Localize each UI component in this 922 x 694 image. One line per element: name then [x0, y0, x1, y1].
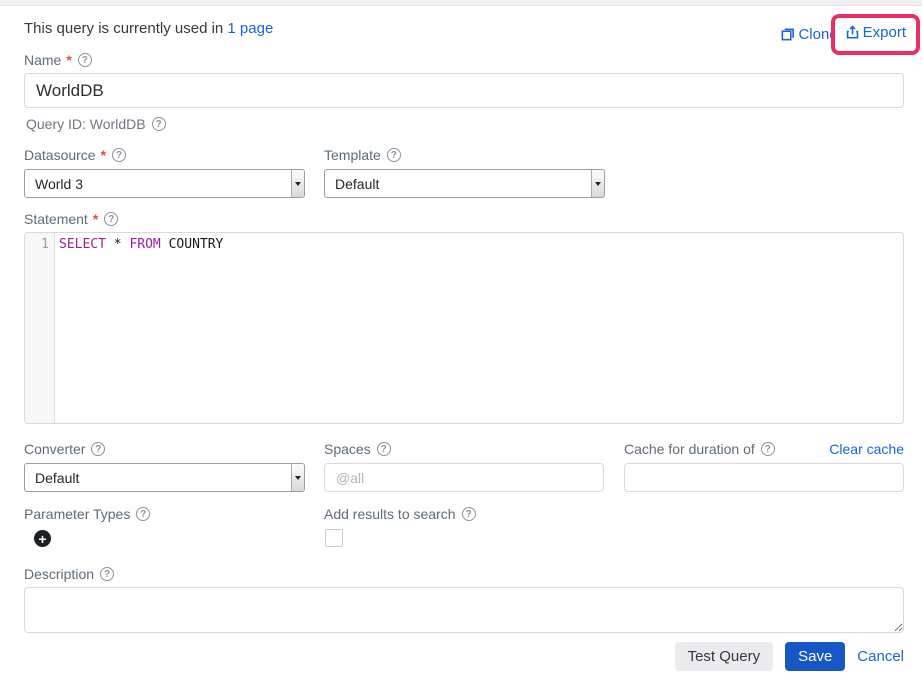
name-input[interactable]	[24, 73, 904, 108]
add-results-help-icon[interactable]: ?	[462, 507, 476, 521]
spaces-label: Spaces?	[324, 441, 391, 457]
description-label: Description?	[24, 566, 114, 582]
converter-label: Converter?	[24, 441, 105, 457]
statement-label: Statement*?	[24, 211, 118, 227]
cache-field-wrap	[624, 463, 904, 492]
chevron-down-icon	[591, 170, 604, 197]
code-line: SELECT * FROM COUNTRY	[59, 237, 903, 252]
add-results-checkbox[interactable]	[325, 529, 343, 547]
usage-note: This query is currently used in 1 page	[24, 20, 273, 37]
converter-help-icon[interactable]: ?	[91, 442, 105, 456]
add-parameter-button[interactable]: +	[34, 530, 51, 547]
datasource-help-icon[interactable]: ?	[112, 148, 126, 162]
parameter-types-label: Parameter Types?	[24, 506, 150, 522]
datasource-select[interactable]: World 3	[24, 169, 305, 198]
name-field-wrap	[24, 73, 904, 108]
test-query-button[interactable]: Test Query	[675, 642, 774, 671]
parameter-types-help-icon[interactable]: ?	[136, 507, 150, 521]
converter-select[interactable]: Default	[24, 463, 305, 492]
spaces-help-icon[interactable]: ?	[377, 442, 391, 456]
toolbar: Clone Export	[780, 14, 920, 55]
editor-code-area[interactable]: SELECT * FROM COUNTRY	[55, 233, 903, 423]
clone-icon	[780, 27, 795, 42]
name-help-icon[interactable]: ?	[78, 53, 92, 67]
statement-help-icon[interactable]: ?	[104, 212, 118, 226]
chevron-down-icon	[291, 464, 304, 491]
action-buttons: Test Query Save Cancel	[675, 642, 904, 671]
chevron-down-icon	[291, 170, 304, 197]
required-marker: *	[101, 147, 106, 163]
usage-text: This query is currently used in	[24, 20, 227, 37]
line-number: 1	[41, 237, 49, 252]
sql-keyword: SELECT	[59, 237, 106, 252]
export-highlight-annotation: Export	[831, 14, 920, 55]
export-label: Export	[863, 24, 906, 41]
top-strip	[0, 0, 922, 6]
sql-star: *	[114, 237, 122, 252]
save-button[interactable]: Save	[785, 642, 845, 671]
datasource-label: Datasource*?	[24, 147, 126, 163]
required-marker: *	[93, 211, 98, 227]
description-textarea[interactable]	[24, 587, 904, 633]
sql-identifier: COUNTRY	[169, 237, 224, 252]
template-help-icon[interactable]: ?	[387, 148, 401, 162]
cache-label: Cache for duration of?	[624, 441, 775, 457]
sql-keyword: FROM	[129, 237, 160, 252]
cache-duration-input[interactable]	[624, 463, 904, 492]
editor-gutter: 1	[25, 233, 55, 423]
cache-help-icon[interactable]: ?	[761, 442, 775, 456]
description-field-wrap	[24, 587, 904, 633]
usage-pages-link[interactable]: 1 page	[227, 20, 273, 37]
template-select[interactable]: Default	[324, 169, 605, 198]
template-label: Template?	[324, 147, 401, 163]
query-id-help-icon[interactable]: ?	[152, 117, 166, 131]
spaces-input[interactable]	[324, 463, 604, 492]
cancel-link[interactable]: Cancel	[857, 648, 904, 665]
description-help-icon[interactable]: ?	[100, 567, 114, 581]
sql-editor[interactable]: 1 SELECT * FROM COUNTRY	[24, 232, 904, 424]
export-icon	[845, 25, 860, 40]
query-id: Query ID: WorldDB?	[26, 116, 166, 132]
plus-icon: +	[38, 532, 46, 546]
spaces-field-wrap	[324, 463, 604, 492]
clone-button[interactable]: Clone	[780, 26, 837, 43]
required-marker: *	[66, 52, 71, 68]
name-label: Name*?	[24, 52, 92, 68]
export-button[interactable]: Export	[845, 24, 906, 41]
add-results-label: Add results to search?	[324, 506, 476, 522]
clear-cache-link[interactable]: Clear cache	[829, 441, 904, 457]
